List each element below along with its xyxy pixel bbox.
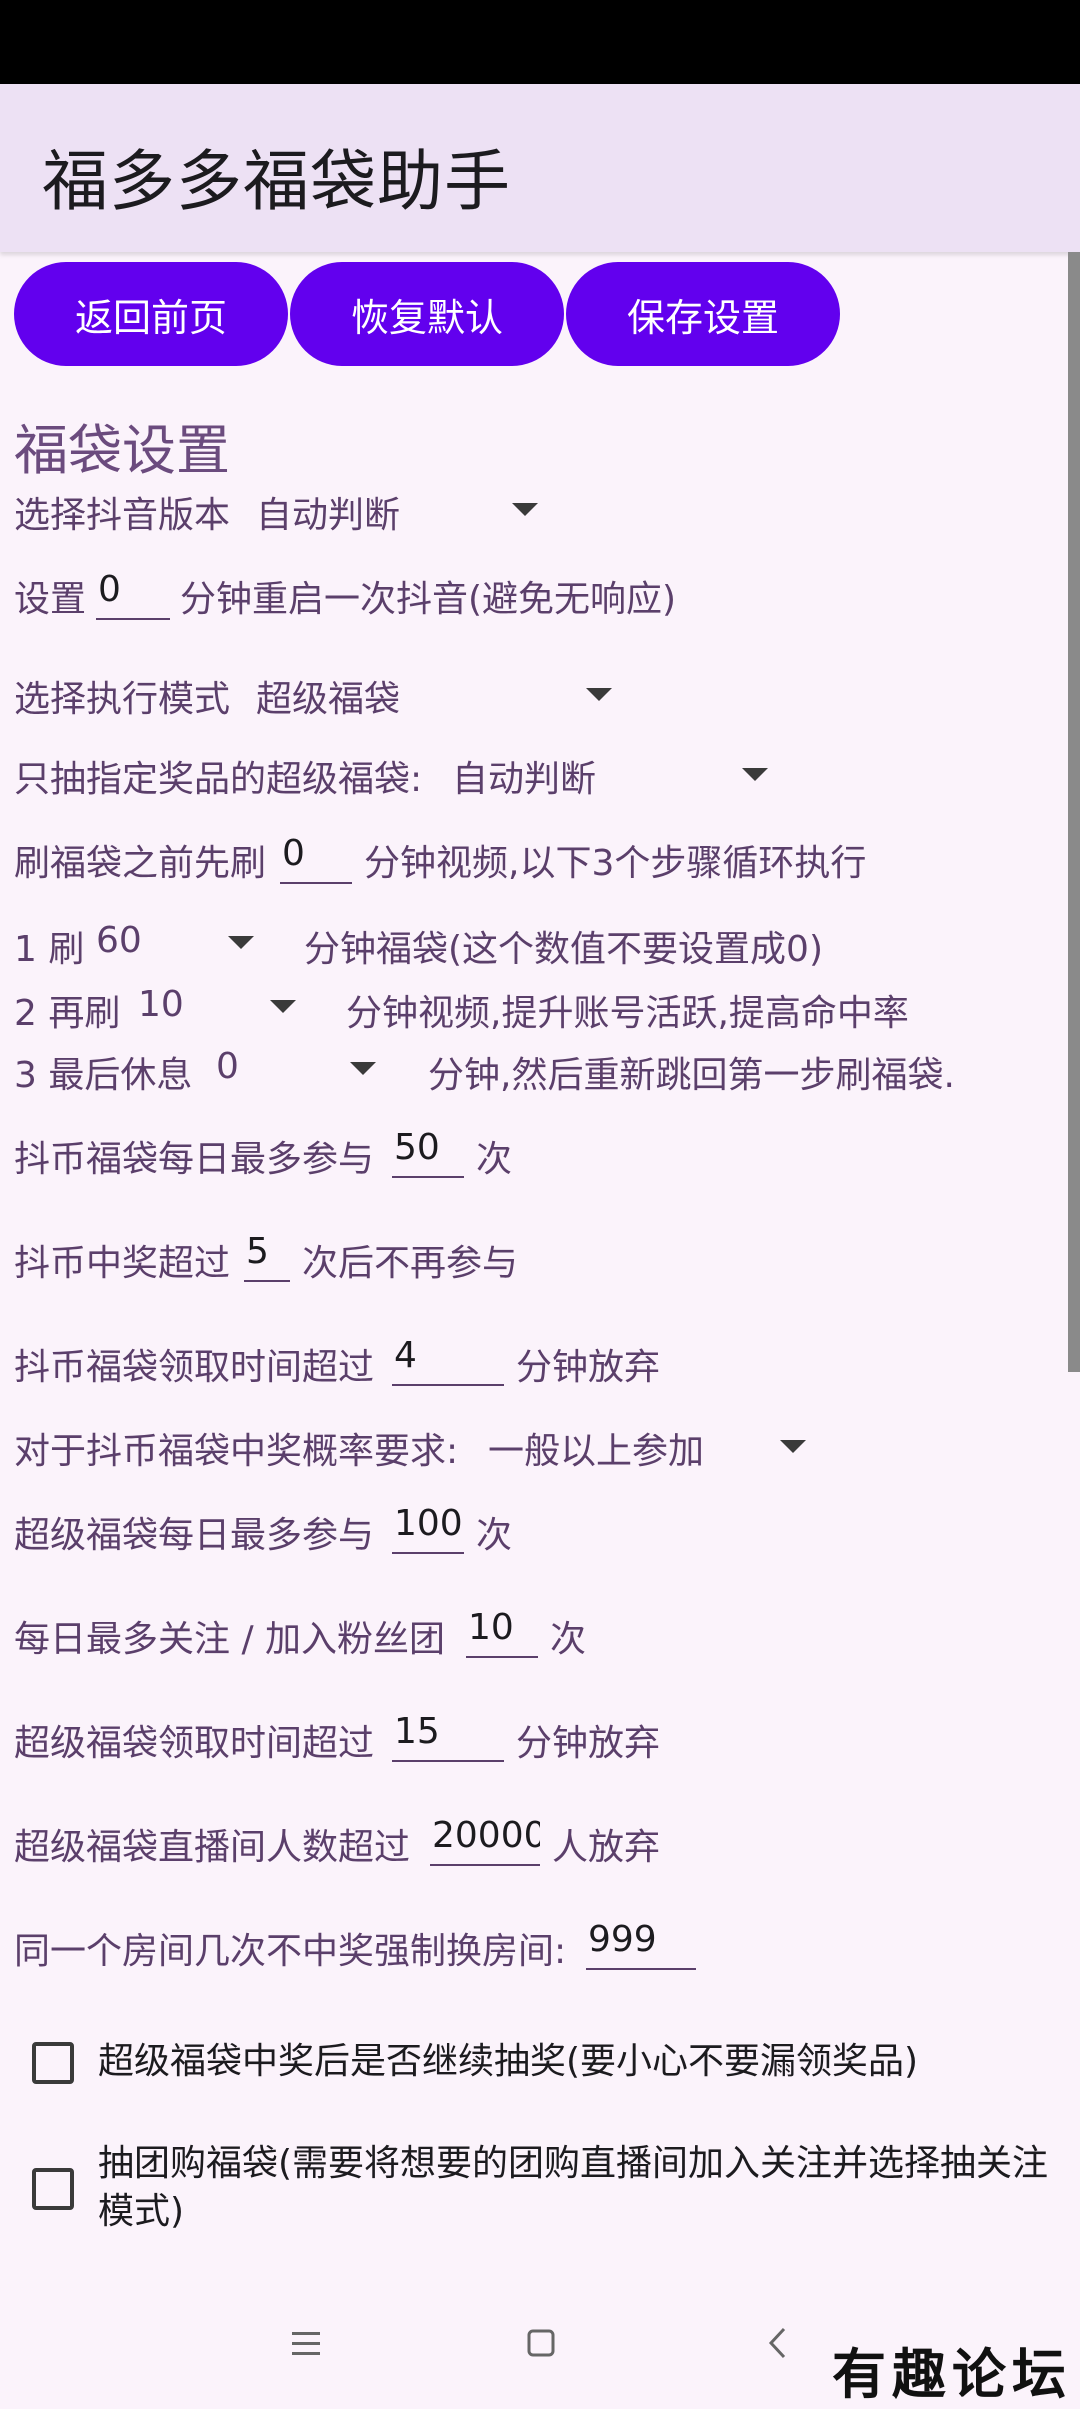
coin-time-prefix: 抖币福袋领取时间超过 (14, 1347, 375, 1388)
coin-time-input[interactable]: 4 (392, 1334, 504, 1386)
continue-after-win-checkbox[interactable] (32, 2042, 74, 2084)
coin-daily-input[interactable]: 50 (392, 1126, 464, 1178)
status-bar (0, 0, 1080, 84)
super-room-prefix: 超级福袋直播间人数超过 (14, 1827, 411, 1868)
restart-minutes-input[interactable]: 0 (96, 568, 170, 620)
coin-prob-select-value[interactable]: 一般以上参加 (488, 1422, 704, 1474)
super-time-suffix: 分钟放弃 (516, 1723, 661, 1764)
group-buy-checkbox[interactable] (32, 2168, 74, 2210)
prize-select-value[interactable]: 自动判断 (452, 750, 596, 802)
step1-label: 1 刷 (14, 929, 85, 970)
chevron-down-icon[interactable] (780, 1440, 806, 1453)
home-icon[interactable] (526, 2328, 556, 2358)
continue-after-win-label: 超级福袋中奖后是否继续抽奖(要小心不要漏领奖品) (98, 2041, 919, 2082)
super-time-input[interactable]: 15 (392, 1710, 504, 1762)
super-room-input[interactable]: 20000 (430, 1814, 540, 1866)
chevron-down-icon[interactable] (228, 936, 254, 949)
step2-suffix: 分钟视频,提升账号活跃,提高命中率 (346, 993, 909, 1034)
follow-daily-suffix: 次 (550, 1619, 587, 1660)
step2-label: 2 再刷 (14, 993, 121, 1034)
menu-icon[interactable] (290, 2330, 322, 2358)
coin-win-prefix: 抖币中奖超过 (14, 1243, 231, 1284)
step3-select-value[interactable]: 0 (216, 1046, 239, 1087)
pre-watch-input[interactable]: 0 (280, 832, 352, 884)
follow-daily-input[interactable]: 10 (466, 1606, 538, 1658)
pre-watch-suffix: 分钟视频,以下3个步骤循环执行 (364, 843, 867, 884)
version-select-value[interactable]: 自动判断 (256, 486, 400, 538)
step1-suffix: 分钟福袋(这个数值不要设置成0) (304, 929, 823, 970)
super-room-suffix: 人放弃 (552, 1827, 661, 1868)
super-daily-suffix: 次 (476, 1515, 513, 1556)
app-title: 福多多福袋助手 (42, 143, 511, 220)
chevron-down-icon[interactable] (742, 768, 768, 781)
save-settings-button[interactable]: 保存设置 (566, 262, 840, 366)
coin-win-suffix: 次后不再参与 (302, 1243, 519, 1284)
reset-defaults-button[interactable]: 恢复默认 (290, 262, 564, 366)
version-label: 选择抖音版本 (14, 495, 231, 536)
restart-suffix: 分钟重启一次抖音(避免无响应) (180, 579, 677, 620)
mode-select-value[interactable]: 超级福袋 (256, 670, 400, 722)
chevron-down-icon[interactable] (270, 1000, 296, 1013)
step1-select-value[interactable]: 60 (96, 920, 142, 961)
chevron-down-icon[interactable] (586, 688, 612, 701)
mode-label: 选择执行模式 (14, 679, 231, 720)
step2-select-value[interactable]: 10 (138, 984, 184, 1025)
section-title: 福袋设置 (14, 419, 230, 482)
watermark: 有趣论坛 (832, 2342, 1072, 2406)
coin-prob-label: 对于抖币福袋中奖概率要求: (14, 1431, 459, 1472)
group-buy-label: 抽团购福袋(需要将想要的团购直播间加入关注并选择抽关注模式) (98, 2143, 1049, 2232)
super-daily-prefix: 超级福袋每日最多参与 (14, 1515, 375, 1556)
super-time-prefix: 超级福袋领取时间超过 (14, 1723, 375, 1764)
coin-daily-suffix: 次 (476, 1139, 513, 1180)
step3-label: 3 最后休息 (14, 1055, 193, 1096)
room-switch-label: 同一个房间几次不中奖强制换房间: (14, 1931, 567, 1972)
scrollbar[interactable] (1068, 252, 1080, 1372)
back-button[interactable]: 返回前页 (14, 262, 288, 366)
back-icon[interactable] (766, 2326, 790, 2360)
prize-label: 只抽指定奖品的超级福袋: (14, 759, 423, 800)
restart-prefix: 设置 (14, 579, 87, 620)
coin-time-suffix: 分钟放弃 (516, 1347, 661, 1388)
pre-watch-prefix: 刷福袋之前先刷 (14, 843, 267, 884)
app-bar: 福多多福袋助手 (0, 84, 1080, 252)
chevron-down-icon[interactable] (350, 1062, 376, 1075)
chevron-down-icon[interactable] (512, 503, 538, 516)
coin-daily-prefix: 抖币福袋每日最多参与 (14, 1139, 375, 1180)
room-switch-input[interactable]: 999 (586, 1918, 696, 1970)
super-daily-input[interactable]: 100 (392, 1502, 464, 1554)
coin-win-input[interactable]: 5 (244, 1230, 290, 1282)
follow-daily-prefix: 每日最多关注 / 加入粉丝团 (14, 1619, 446, 1660)
step3-suffix: 分钟,然后重新跳回第一步刷福袋. (428, 1055, 955, 1096)
